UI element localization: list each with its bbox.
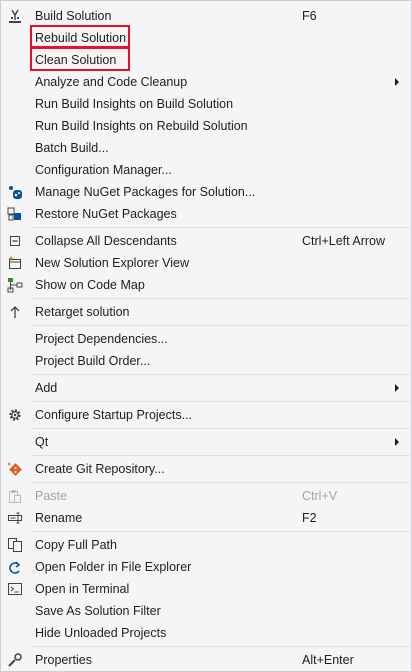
collapse-icon bbox=[7, 233, 23, 249]
menu-item-build-insights-build[interactable]: Run Build Insights on Build Solution bbox=[1, 93, 411, 115]
menu-item-label: New Solution Explorer View bbox=[35, 256, 190, 270]
menu-item-label: Analyze and Code Cleanup bbox=[35, 75, 188, 89]
open-folder-icon bbox=[7, 559, 23, 575]
terminal-icon bbox=[7, 581, 23, 597]
restore-packages-icon bbox=[7, 206, 23, 222]
menu-item-label: Paste bbox=[35, 489, 67, 503]
menu-separator bbox=[31, 298, 410, 299]
menu-item-paste: Paste Ctrl+V bbox=[1, 485, 411, 507]
menu-item-label: Project Dependencies... bbox=[35, 332, 168, 346]
menu-item-analyze-code-cleanup[interactable]: Analyze and Code Cleanup bbox=[1, 71, 411, 93]
menu-item-label: Retarget solution bbox=[35, 305, 130, 319]
menu-item-add[interactable]: Add bbox=[1, 377, 411, 399]
paste-icon bbox=[7, 488, 23, 504]
gear-icon bbox=[7, 407, 23, 423]
menu-item-label: Clean Solution bbox=[35, 53, 117, 67]
menu-item-save-as-solution-filter[interactable]: Save As Solution Filter bbox=[1, 600, 411, 622]
submenu-arrow-icon bbox=[395, 438, 399, 446]
menu-item-label: Properties bbox=[35, 653, 92, 667]
menu-item-label: Manage NuGet Packages for Solution... bbox=[35, 185, 256, 199]
menu-item-label: Restore NuGet Packages bbox=[35, 207, 177, 221]
menu-item-shortcut: Ctrl+Left Arrow bbox=[302, 234, 386, 248]
menu-item-configuration-manager[interactable]: Configuration Manager... bbox=[1, 159, 411, 181]
menu-item-shortcut: F2 bbox=[302, 511, 317, 525]
menu-item-label: Project Build Order... bbox=[35, 354, 151, 368]
menu-item-create-git-repository[interactable]: Create Git Repository... bbox=[1, 458, 411, 480]
menu-item-clean-solution[interactable]: Clean Solution bbox=[1, 49, 411, 71]
solution-context-menu: Build Solution F6 Rebuild Solution Clean… bbox=[0, 0, 412, 672]
menu-item-build-insights-rebuild[interactable]: Run Build Insights on Rebuild Solution bbox=[1, 115, 411, 137]
menu-item-restore-nuget[interactable]: Restore NuGet Packages bbox=[1, 203, 411, 225]
submenu-arrow-icon bbox=[395, 384, 399, 392]
menu-item-copy-full-path[interactable]: Copy Full Path bbox=[1, 534, 411, 556]
new-view-icon bbox=[7, 255, 23, 271]
menu-item-shortcut: Alt+Enter bbox=[302, 653, 354, 667]
menu-item-label: Rebuild Solution bbox=[35, 31, 127, 45]
code-map-icon bbox=[7, 277, 23, 293]
menu-item-build-solution[interactable]: Build Solution F6 bbox=[1, 5, 411, 27]
menu-item-label: Create Git Repository... bbox=[35, 462, 165, 476]
menu-item-manage-nuget[interactable]: Manage NuGet Packages for Solution... bbox=[1, 181, 411, 203]
menu-item-rename[interactable]: Rename F2 bbox=[1, 507, 411, 529]
git-icon bbox=[7, 461, 23, 477]
menu-item-hide-unloaded-projects[interactable]: Hide Unloaded Projects bbox=[1, 622, 411, 644]
menu-item-project-dependencies[interactable]: Project Dependencies... bbox=[1, 328, 411, 350]
menu-separator bbox=[31, 531, 410, 532]
menu-item-properties[interactable]: Properties Alt+Enter bbox=[1, 649, 411, 671]
menu-item-collapse-all[interactable]: Collapse All Descendants Ctrl+Left Arrow bbox=[1, 230, 411, 252]
menu-item-label: Open Folder in File Explorer bbox=[35, 560, 192, 574]
menu-item-project-build-order[interactable]: Project Build Order... bbox=[1, 350, 411, 372]
menu-item-label: Configure Startup Projects... bbox=[35, 408, 193, 422]
menu-separator bbox=[31, 401, 410, 402]
menu-item-label: Run Build Insights on Rebuild Solution bbox=[35, 119, 248, 133]
submenu-arrow-icon bbox=[395, 78, 399, 86]
menu-item-rebuild-solution[interactable]: Rebuild Solution bbox=[1, 27, 411, 49]
menu-item-label: Hide Unloaded Projects bbox=[35, 626, 167, 640]
menu-item-open-folder-file-explorer[interactable]: Open Folder in File Explorer bbox=[1, 556, 411, 578]
menu-separator bbox=[31, 646, 410, 647]
menu-item-shortcut: Ctrl+V bbox=[302, 489, 338, 503]
wrench-icon bbox=[7, 652, 23, 668]
menu-item-label: Run Build Insights on Build Solution bbox=[35, 97, 234, 111]
menu-separator bbox=[31, 455, 410, 456]
menu-item-new-solution-explorer-view[interactable]: New Solution Explorer View bbox=[1, 252, 411, 274]
menu-separator bbox=[31, 482, 410, 483]
build-icon bbox=[7, 8, 23, 24]
menu-item-configure-startup-projects[interactable]: Configure Startup Projects... bbox=[1, 404, 411, 426]
menu-item-label: Copy Full Path bbox=[35, 538, 117, 552]
menu-item-show-on-code-map[interactable]: Show on Code Map bbox=[1, 274, 411, 296]
nuget-icon bbox=[7, 184, 23, 200]
menu-item-retarget-solution[interactable]: Retarget solution bbox=[1, 301, 411, 323]
menu-separator bbox=[31, 227, 410, 228]
menu-item-label: Qt bbox=[35, 435, 49, 449]
menu-separator bbox=[31, 374, 410, 375]
menu-item-qt[interactable]: Qt bbox=[1, 431, 411, 453]
menu-item-label: Add bbox=[35, 381, 58, 395]
copy-icon bbox=[7, 537, 23, 553]
menu-item-label: Show on Code Map bbox=[35, 278, 145, 292]
menu-item-label: Save As Solution Filter bbox=[35, 604, 161, 618]
menu-item-label: Collapse All Descendants bbox=[35, 234, 177, 248]
menu-item-open-in-terminal[interactable]: Open in Terminal bbox=[1, 578, 411, 600]
menu-separator bbox=[31, 428, 410, 429]
menu-item-label: Batch Build... bbox=[35, 141, 109, 155]
menu-item-shortcut: F6 bbox=[302, 9, 317, 23]
retarget-arrow-icon bbox=[7, 304, 23, 320]
menu-separator bbox=[31, 325, 410, 326]
menu-item-label: Rename bbox=[35, 511, 83, 525]
menu-item-batch-build[interactable]: Batch Build... bbox=[1, 137, 411, 159]
menu-item-label: Build Solution bbox=[35, 9, 112, 23]
rename-icon bbox=[7, 510, 23, 526]
menu-item-label: Configuration Manager... bbox=[35, 163, 172, 177]
menu-item-label: Open in Terminal bbox=[35, 582, 130, 596]
